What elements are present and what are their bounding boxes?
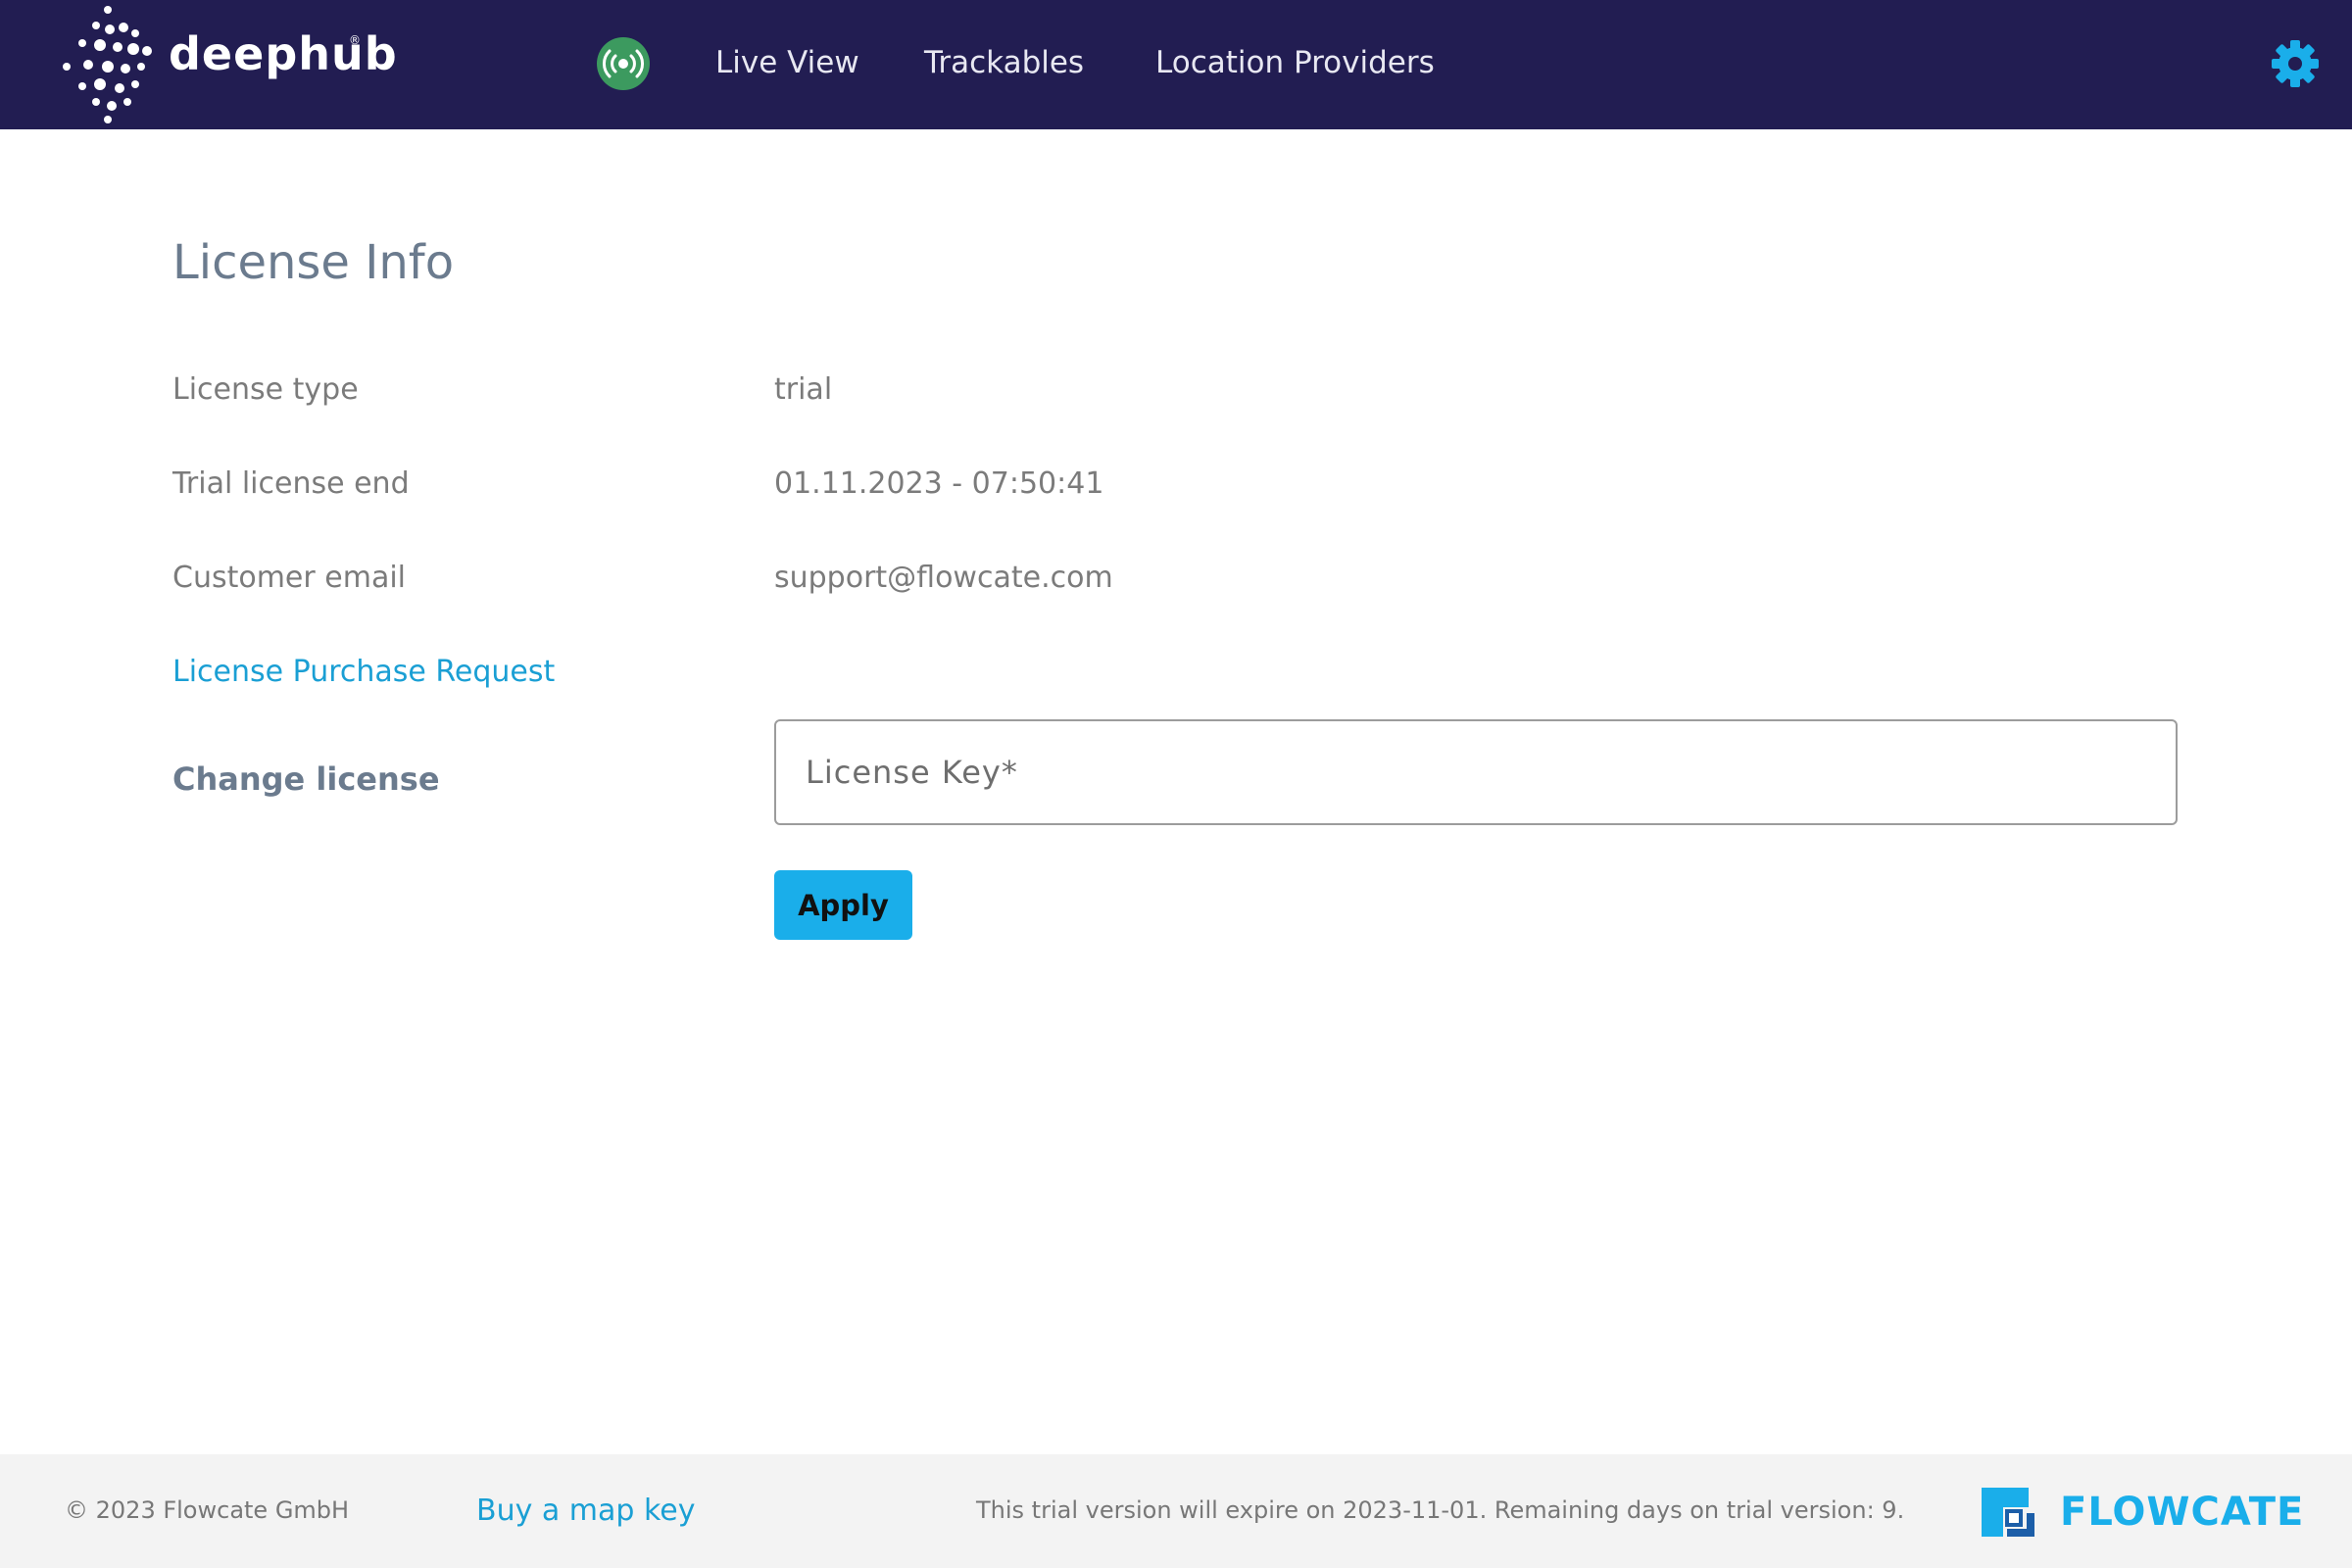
deephub-logo[interactable]: deephub ®: [59, 4, 397, 125]
flowcate-wordmark: FLOWCATE: [2060, 1490, 2305, 1535]
top-navigation-bar: deephub ® Live View Trackables Location …: [0, 0, 2352, 129]
customer-email-value: support@flowcate.com: [774, 561, 1113, 595]
license-purchase-request-link[interactable]: License Purchase Request: [172, 653, 555, 692]
nav-live-view[interactable]: Live View: [715, 41, 859, 84]
license-type-label: License type: [172, 372, 359, 407]
buy-map-key-link[interactable]: Buy a map key: [476, 1492, 696, 1531]
flowcate-logo[interactable]: FLOWCATE: [1976, 1480, 2303, 1544]
trial-end-label: Trial license end: [172, 466, 410, 501]
license-type-value: trial: [774, 372, 833, 407]
footer: © 2023 Flowcate GmbH Buy a map key This …: [0, 1454, 2352, 1568]
nav-location-providers[interactable]: Location Providers: [1155, 41, 1435, 84]
deephub-dots-icon: [63, 6, 152, 123]
trial-end-value: 01.11.2023 - 07:50:41: [774, 466, 1104, 501]
logo-wordmark: deephub: [169, 27, 398, 80]
copyright-text: © 2023 Flowcate GmbH: [65, 1496, 350, 1524]
broadcast-icon[interactable]: [597, 37, 650, 90]
page-title: License Info: [172, 235, 455, 290]
customer-email-label: Customer email: [172, 561, 406, 595]
gear-icon[interactable]: [2270, 38, 2321, 89]
license-key-input[interactable]: [774, 719, 2178, 825]
flowcate-logo-icon: [1982, 1488, 2034, 1537]
apply-button[interactable]: Apply: [774, 870, 912, 940]
trial-expiry-notice: This trial version will expire on 2023-1…: [976, 1496, 1905, 1524]
change-license-label: Change license: [172, 760, 440, 798]
registered-mark: ®: [349, 33, 361, 47]
nav-trackables[interactable]: Trackables: [924, 41, 1084, 84]
